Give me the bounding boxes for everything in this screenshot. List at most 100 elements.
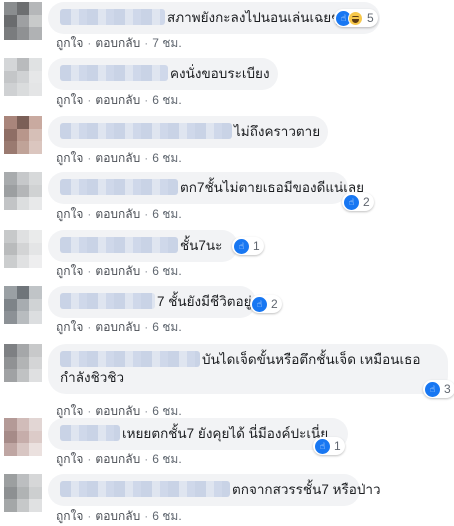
reaction-count: 3: [444, 382, 451, 396]
like-icon: ☝: [252, 296, 267, 312]
avatar[interactable]: [4, 418, 42, 456]
author-name-redacted[interactable]: [60, 9, 165, 25]
comment-bubble: ตกจากสวรรชั้น7 หรือป่าว: [48, 474, 381, 506]
like-icon: ☝: [344, 194, 359, 210]
timestamp[interactable]: 6 ชม.: [152, 93, 181, 107]
comment-text: 7 ชั้นยังมีชีวิตอยู่: [157, 294, 252, 309]
separator-dot: ·: [144, 151, 149, 165]
author-name-redacted[interactable]: [60, 65, 168, 81]
timestamp[interactable]: 6 ชม.: [152, 320, 181, 334]
reply-link[interactable]: ตอบกลับ: [95, 207, 140, 221]
separator-dot: ·: [144, 320, 149, 334]
reaction-summary[interactable]: ☝ 1: [232, 237, 264, 255]
reaction-count: 2: [271, 297, 278, 311]
avatar[interactable]: [4, 474, 42, 512]
reply-link[interactable]: ตอบกลับ: [95, 404, 140, 418]
comment-bubble: สภาพยังกะลงไปนอนเล่นเฉยๆ !!: [48, 2, 380, 34]
like-link[interactable]: ถูกใจ: [56, 151, 83, 165]
comment-bubble: ไม่ถึงคราวตาย: [48, 116, 328, 148]
timestamp[interactable]: 6 ชม.: [152, 404, 181, 418]
timestamp[interactable]: 6 ชม.: [152, 151, 181, 165]
reply-link[interactable]: ตอบกลับ: [95, 93, 140, 107]
like-link[interactable]: ถูกใจ: [56, 93, 83, 107]
reply-link[interactable]: ตอบกลับ: [95, 264, 140, 278]
like-link[interactable]: ถูกใจ: [56, 320, 83, 334]
comment-text: ชั้น7นะ: [180, 238, 223, 253]
author-name-redacted[interactable]: [60, 351, 200, 367]
like-link[interactable]: ถูกใจ: [56, 509, 83, 523]
comment-actions: ถูกใจ · ตอบกลับ · 6 ชม.: [56, 205, 182, 224]
author-name-redacted[interactable]: [60, 425, 120, 441]
author-name-redacted[interactable]: [60, 179, 178, 195]
author-name-redacted[interactable]: [60, 237, 178, 253]
reply-link[interactable]: ตอบกลับ: [95, 320, 140, 334]
author-name-redacted[interactable]: [60, 123, 232, 139]
comment-bubble: ตก7ชั้นไม่ตายเธอมีของดีแน่เลย: [48, 172, 364, 204]
comment-bubble: 7 ชั้นยังมีชีวิตอยู่: [48, 286, 256, 318]
separator-dot: ·: [87, 36, 92, 50]
timestamp[interactable]: 7 ชม.: [152, 36, 181, 50]
author-name-redacted[interactable]: [60, 481, 230, 497]
reaction-summary[interactable]: ☝ 3: [423, 380, 454, 398]
comment-bubble: คงนั่งขอบระเบียง: [48, 58, 278, 90]
comment-actions: ถูกใจ · ตอบกลับ · 7 ชม.: [56, 34, 182, 53]
separator-dot: ·: [144, 452, 149, 466]
comment-bubble: เหยยตกชั้น7 ยังคุยได้ นี่มีองค์ปะเนี่ย: [48, 418, 348, 450]
reply-link[interactable]: ตอบกลับ: [95, 509, 140, 523]
avatar[interactable]: [4, 2, 42, 40]
timestamp[interactable]: 6 ชม.: [152, 452, 181, 466]
comment-actions: ถูกใจ · ตอบกลับ · 6 ชม.: [56, 91, 182, 110]
avatar[interactable]: [4, 58, 42, 96]
comment-list: สภาพยังกะลงไปนอนเล่นเฉยๆ !! ถูกใจ · ตอบกลับ…: [0, 0, 454, 524]
like-link[interactable]: ถูกใจ: [56, 452, 83, 466]
reply-link[interactable]: ตอบกลับ: [95, 151, 140, 165]
timestamp[interactable]: 6 ชม.: [152, 207, 181, 221]
reaction-summary[interactable]: ☝ 2: [342, 193, 374, 211]
avatar[interactable]: [4, 286, 42, 324]
avatar[interactable]: [4, 172, 42, 210]
reply-link[interactable]: ตอบกลับ: [95, 36, 140, 50]
comment-actions: ถูกใจ · ตอบกลับ · 6 ชม.: [56, 149, 182, 168]
comment-text: ไม่ถึงคราวตาย: [234, 124, 321, 139]
avatar[interactable]: [4, 344, 42, 382]
like-link[interactable]: ถูกใจ: [56, 36, 83, 50]
separator-dot: ·: [144, 264, 149, 278]
reaction-count: 5: [367, 11, 374, 25]
like-icon: ☝: [425, 381, 440, 397]
separator-dot: ·: [87, 264, 92, 278]
like-link[interactable]: ถูกใจ: [56, 264, 83, 278]
separator-dot: ·: [87, 509, 92, 523]
like-icon: ☝: [315, 438, 330, 454]
reaction-count: 1: [334, 439, 341, 453]
separator-dot: ·: [87, 93, 92, 107]
timestamp[interactable]: 6 ชม.: [152, 264, 181, 278]
reaction-summary[interactable]: ☝ 1: [313, 437, 345, 455]
comment-actions: ถูกใจ · ตอบกลับ · 6 ชม.: [56, 507, 182, 526]
comment-text: คงนั่งขอบระเบียง: [170, 66, 270, 81]
timestamp[interactable]: 6 ชม.: [152, 509, 181, 523]
reaction-summary[interactable]: ☝ 2: [250, 295, 282, 313]
comment-actions: ถูกใจ · ตอบกลับ · 6 ชม.: [56, 318, 182, 337]
author-name-redacted[interactable]: [60, 293, 155, 309]
separator-dot: ·: [144, 404, 149, 418]
comment-text: เหยยตกชั้น7 ยังคุยได้ นี่มีองค์ปะเนี่ย: [122, 426, 329, 441]
avatar[interactable]: [4, 116, 42, 154]
like-link[interactable]: ถูกใจ: [56, 207, 83, 221]
comment-bubble: ชั้น7นะ: [48, 230, 238, 262]
reply-link[interactable]: ตอบกลับ: [95, 452, 140, 466]
comment-text: ตก7ชั้นไม่ตายเธอมีของดีแน่เลย: [180, 180, 365, 195]
avatar[interactable]: [4, 230, 42, 268]
separator-dot: ·: [87, 404, 92, 418]
separator-dot: ·: [87, 207, 92, 221]
comment-text: สภาพยังกะลงไปนอนเล่นเฉยๆ !!: [167, 10, 350, 25]
reaction-count: 1: [253, 239, 260, 253]
separator-dot: ·: [87, 320, 92, 334]
like-link[interactable]: ถูกใจ: [56, 404, 83, 418]
haha-icon: [348, 10, 363, 26]
comment-bubble: บันไดเจ็ดขั้นหรือตึกชั้นเจ็ด เหมือนเธอกำ…: [48, 344, 448, 394]
separator-dot: ·: [144, 36, 149, 50]
reaction-summary[interactable]: ☝ 5: [334, 9, 378, 27]
separator-dot: ·: [87, 151, 92, 165]
separator-dot: ·: [87, 452, 92, 466]
reaction-count: 2: [363, 195, 370, 209]
